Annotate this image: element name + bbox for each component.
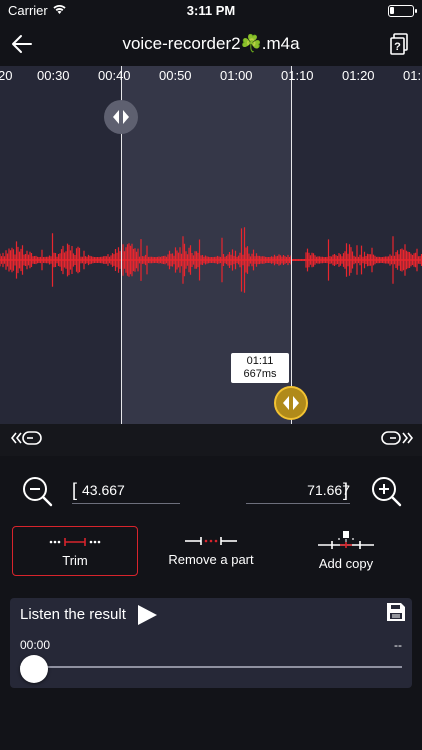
- left-right-arrows-icon: [283, 396, 299, 410]
- scroll-right-icon[interactable]: [380, 428, 414, 448]
- nav-bar: voice-recorder2☘️.m4a ?: [0, 22, 422, 66]
- tick-label: 01:00: [220, 68, 253, 83]
- trim-label: Trim: [62, 553, 88, 568]
- zoom-out-icon[interactable]: [20, 474, 54, 508]
- clock: 3:11 PM: [186, 3, 236, 18]
- start-time-field[interactable]: 43.667: [72, 482, 180, 504]
- status-bar: Carrier 3:11 PM: [0, 0, 422, 22]
- remove-part-icon: [185, 537, 237, 545]
- close-bracket: ]: [343, 480, 349, 500]
- remove-part-mode-button[interactable]: Remove a part: [150, 526, 272, 576]
- battery-icon: [388, 5, 417, 17]
- tick-label: 00:40: [98, 68, 131, 83]
- listen-panel: Listen the result 00:00 --: [10, 598, 412, 688]
- help-document-icon[interactable]: ?: [390, 33, 408, 55]
- tooltip-ms: 667ms: [243, 368, 277, 380]
- tick-label: 00:50: [159, 68, 192, 83]
- playback-total-time: --: [394, 638, 402, 652]
- remove-part-label: Remove a part: [168, 552, 254, 567]
- waveform: [0, 227, 422, 293]
- svg-text:?: ?: [394, 41, 401, 53]
- selection-end-line: [291, 66, 292, 424]
- end-handle[interactable]: [274, 386, 308, 420]
- zoom-in-icon[interactable]: [369, 474, 403, 508]
- waveform-editor[interactable]: 20 00:30 00:40 00:50 01:00 01:10 01:20 0…: [0, 66, 422, 424]
- end-time-field[interactable]: 71.667: [246, 482, 350, 504]
- save-icon[interactable]: [386, 602, 406, 622]
- playback-slider-thumb[interactable]: [20, 655, 48, 683]
- add-copy-mode-button[interactable]: Add copy: [284, 526, 408, 576]
- add-copy-label: Add copy: [318, 556, 374, 571]
- play-icon[interactable]: [136, 604, 158, 626]
- scroll-left-icon[interactable]: [10, 428, 44, 448]
- end-time-tooltip: 01:11 667ms: [231, 353, 289, 383]
- timeline-ruler: 20 00:30 00:40 00:50 01:00 01:10 01:20 0…: [0, 66, 422, 86]
- trim-icon: [49, 538, 101, 546]
- tick-label: 01:10: [281, 68, 314, 83]
- left-right-arrows-icon: [113, 110, 129, 124]
- playback-current-time: 00:00: [20, 638, 51, 652]
- playback-slider-track[interactable]: [20, 666, 402, 668]
- tick-label: 01:20: [342, 68, 375, 83]
- add-copy-icon: [318, 531, 374, 549]
- tick-label: 20: [0, 68, 13, 83]
- start-handle[interactable]: [104, 100, 138, 134]
- trim-mode-button[interactable]: Trim: [12, 526, 138, 576]
- listen-title: Listen the result: [20, 606, 126, 623]
- file-title: voice-recorder2☘️.m4a: [122, 34, 300, 53]
- arrow-left-icon[interactable]: [10, 32, 34, 56]
- tick-label: 01:: [403, 68, 422, 83]
- tick-label: 00:30: [37, 68, 70, 83]
- tooltip-time: 01:11: [246, 355, 274, 367]
